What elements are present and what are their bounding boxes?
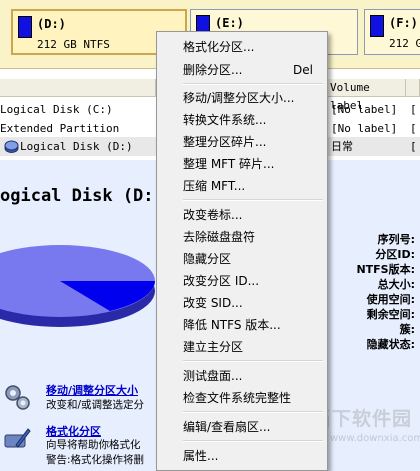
- format-disk-icon[interactable]: [2, 423, 32, 453]
- menu-item-downgrade-ntfs[interactable]: 降低 NTFS 版本...: [183, 315, 323, 335]
- menu-item-properties[interactable]: 属性...: [183, 446, 323, 466]
- disk-icon: [4, 140, 19, 153]
- partition-tile-f[interactable]: (F:) 212 GB: [364, 9, 420, 55]
- resize-gear-icon[interactable]: [2, 382, 32, 412]
- menu-item-label: 属性...: [183, 449, 219, 463]
- menu-separator: [183, 83, 323, 85]
- usage-pie-chart: [0, 245, 155, 327]
- partition-size: 212 GB NTFS: [37, 38, 110, 51]
- menu-item-label: 改变 SID...: [183, 296, 243, 310]
- row-extra: [: [410, 122, 417, 135]
- partition-size: 212 GB: [389, 37, 420, 50]
- prop-partition-id: 分区ID:: [375, 248, 415, 261]
- menu-item-label: 检查文件系统完整性: [183, 391, 292, 405]
- menu-item-create-primary[interactable]: 建立主分区: [183, 337, 323, 357]
- menu-item-label: 建立主分区: [183, 340, 244, 354]
- menu-item-defrag-partition[interactable]: 整理分区碎片...: [183, 132, 323, 152]
- menu-item-hide-partition[interactable]: 隐藏分区: [183, 249, 323, 269]
- detail-title: ogical Disk (D:: [0, 186, 154, 206]
- menu-item-label: 降低 NTFS 版本...: [183, 318, 281, 332]
- row-name: Extended Partition: [0, 122, 120, 135]
- prop-hidden-state: 隐藏状态:: [366, 338, 415, 351]
- menu-separator: [183, 411, 323, 413]
- row-label: 日常: [331, 140, 353, 153]
- menu-item-label: 改变分区 ID...: [183, 274, 260, 288]
- prop-ntfs-version: NTFS版本:: [356, 263, 415, 276]
- partition-name: (F:): [389, 16, 418, 30]
- menu-item-label: 压缩 MFT...: [183, 179, 246, 193]
- menu-item-remove-letter[interactable]: 去除磁盘盘符: [183, 227, 323, 247]
- menu-item-label: 编辑/查看扇区...: [183, 420, 271, 434]
- menu-item-label: 整理分区碎片...: [183, 135, 267, 149]
- menu-item-label: 移动/调整分区大小...: [183, 91, 295, 105]
- prop-cluster: 簇:: [399, 323, 415, 336]
- prop-free-space: 剩余空间:: [366, 308, 415, 321]
- partition-color-swatch: [370, 15, 384, 37]
- menu-separator: [183, 199, 323, 201]
- menu-item-compress-mft[interactable]: 压缩 MFT...: [183, 176, 323, 196]
- row-extra: [: [410, 140, 417, 153]
- menu-item-label: 整理 MFT 碎片...: [183, 157, 275, 171]
- column-header-name[interactable]: [0, 79, 156, 97]
- prop-total-size: 总大小:: [377, 278, 415, 291]
- menu-item-change-id[interactable]: 改变分区 ID...: [183, 271, 323, 291]
- op-move-resize-link[interactable]: 移动/调整分区大小: [46, 382, 138, 398]
- prop-serial: 序列号:: [377, 233, 415, 246]
- prop-used-space: 使用空间:: [366, 293, 415, 306]
- menu-item-move-resize[interactable]: 移动/调整分区大小...: [183, 88, 323, 108]
- menu-item-label: 格式化分区...: [183, 40, 255, 54]
- menu-item-label: 测试盘面...: [183, 369, 243, 383]
- row-label: [No label]: [331, 122, 398, 135]
- op-move-resize-desc: 改变和/或调整选定分: [46, 399, 145, 411]
- column-header-volume-label[interactable]: Volume label: [326, 79, 406, 112]
- menu-item-defrag-mft[interactable]: 整理 MFT 碎片...: [183, 154, 323, 174]
- menu-separator: [183, 360, 323, 362]
- menu-item-change-label[interactable]: 改变卷标...: [183, 205, 323, 225]
- menu-item-label: 去除磁盘盘符: [183, 230, 256, 244]
- context-menu: 格式化分区... 删除分区... Del 移动/调整分区大小... 转换文件系统.…: [156, 31, 328, 471]
- row-name: Logical Disk (D:): [20, 140, 133, 153]
- menu-item-edit-sectors[interactable]: 编辑/查看扇区...: [183, 417, 323, 437]
- partition-name: (E:): [215, 16, 244, 30]
- menu-item-label: 改变卷标...: [183, 208, 243, 222]
- menu-item-delete[interactable]: 删除分区... Del: [183, 60, 323, 80]
- menu-item-surface-test[interactable]: 测试盘面...: [183, 366, 323, 386]
- partition-color-swatch: [18, 16, 32, 38]
- op-format-desc: 向导将帮助你格式化: [46, 439, 141, 451]
- menu-item-check-fs[interactable]: 检查文件系统完整性: [183, 388, 323, 408]
- row-extra: [: [410, 103, 417, 116]
- menu-item-convert-fs[interactable]: 转换文件系统...: [183, 110, 323, 130]
- menu-item-label: 转换文件系统...: [183, 113, 267, 127]
- menu-item-label: 删除分区...: [183, 63, 243, 77]
- watermark-url: www.downxia.com: [330, 433, 420, 444]
- row-label: [No label]: [331, 103, 398, 116]
- menu-item-change-sid[interactable]: 改变 SID...: [183, 293, 323, 313]
- menu-separator: [183, 440, 323, 442]
- menu-item-format[interactable]: 格式化分区...: [183, 37, 323, 57]
- menu-item-label: 隐藏分区: [183, 252, 232, 266]
- menu-shortcut: Del: [293, 63, 313, 77]
- column-header-more[interactable]: [406, 79, 420, 97]
- partition-name: (D:): [37, 17, 66, 31]
- op-format-warning: 警告:格式化操作将删: [46, 454, 145, 466]
- row-name: Logical Disk (C:): [0, 103, 113, 116]
